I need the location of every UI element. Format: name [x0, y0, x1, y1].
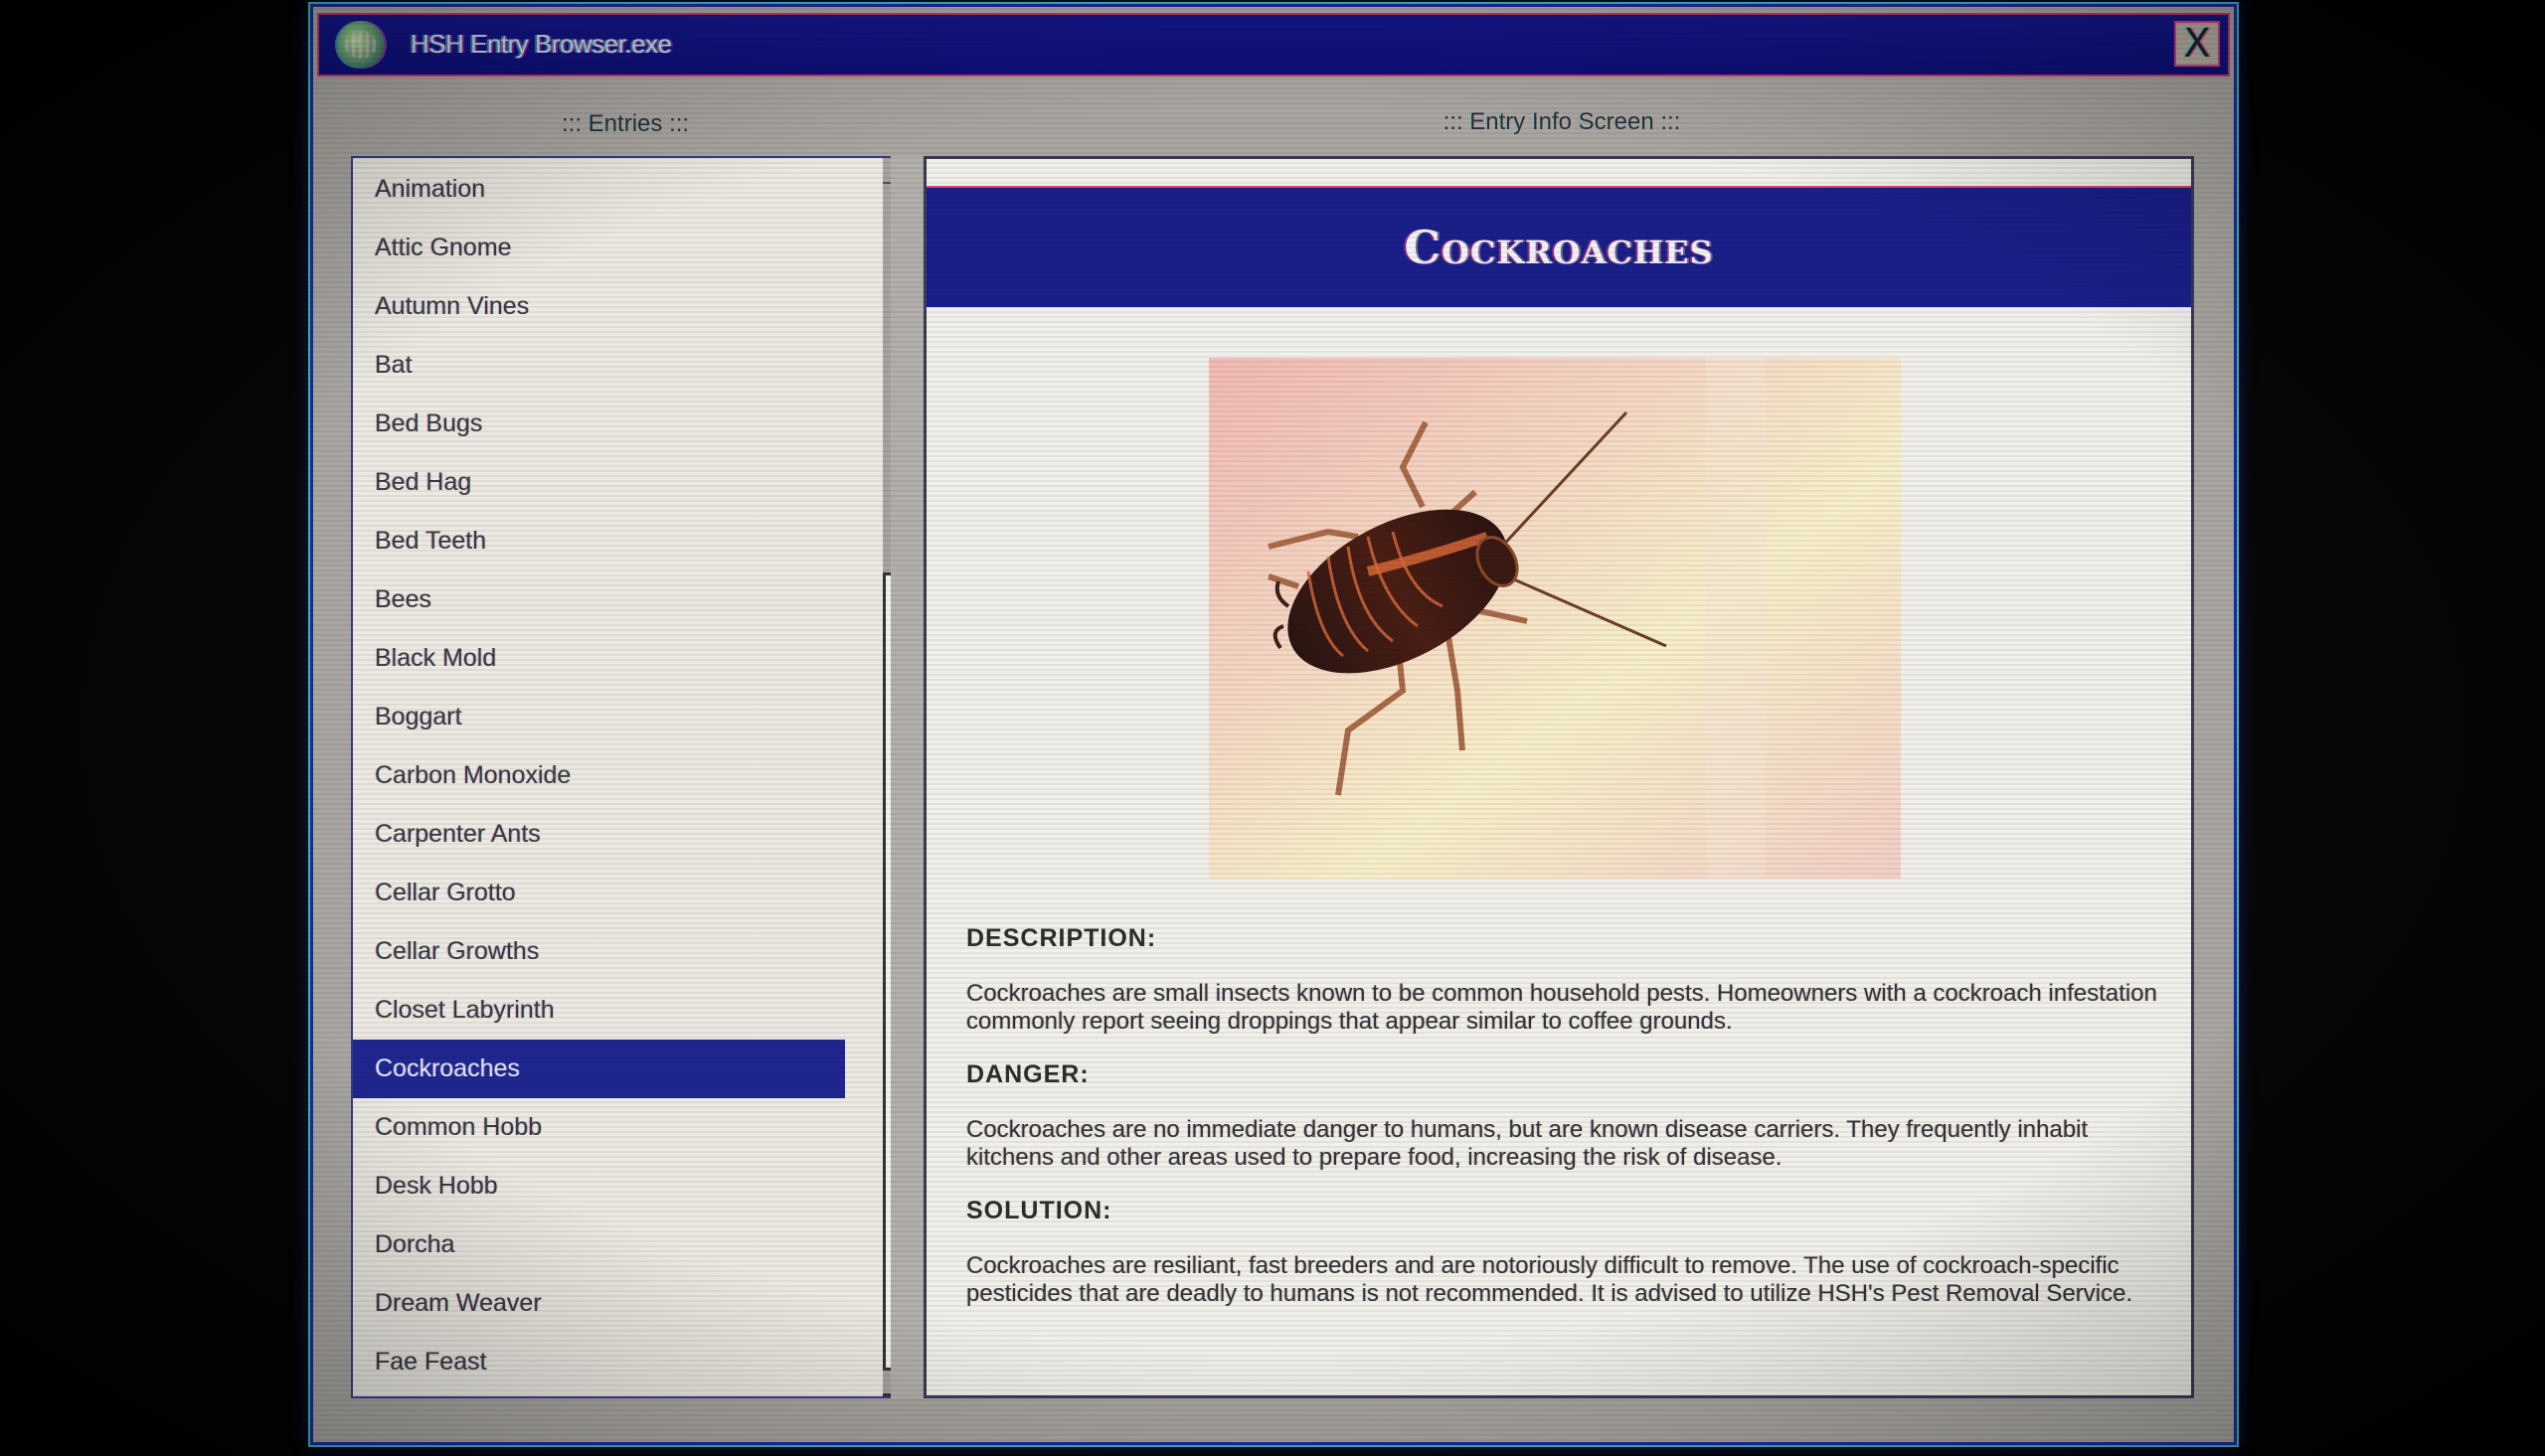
- list-item[interactable]: Dream Weaver: [353, 1274, 845, 1333]
- list-item[interactable]: Black Mold: [353, 629, 845, 688]
- list-item[interactable]: Carbon Monoxide: [353, 746, 845, 805]
- list-item[interactable]: Bat: [353, 336, 845, 395]
- solution-heading: SOLUTION:: [966, 1197, 1112, 1224]
- list-item[interactable]: Carpenter Ants: [353, 805, 845, 864]
- list-item-selected[interactable]: Cockroaches: [353, 1040, 845, 1098]
- list-item[interactable]: Boggart: [353, 688, 845, 746]
- list-item[interactable]: Common Hobb: [353, 1098, 845, 1157]
- list-item[interactable]: Attic Gnome: [353, 219, 845, 277]
- list-item[interactable]: Desk Hobb: [353, 1157, 845, 1215]
- entry-title: Cockroaches: [1404, 221, 1714, 274]
- entries-list[interactable]: Animation Attic Gnome Autumn Vines Bat Bed B…: [351, 156, 893, 1398]
- cockroach-illustration: [1209, 358, 1901, 879]
- cockroach-image: [1209, 358, 1901, 879]
- list-item[interactable]: Dorcha: [353, 1215, 845, 1274]
- list-item[interactable]: Bed Hag: [353, 453, 845, 512]
- solution-text: Cockroaches are resiliant, fast breeders…: [966, 1252, 2133, 1307]
- list-item[interactable]: Bed Bugs: [353, 395, 845, 453]
- list-item[interactable]: Autumn Vines: [353, 277, 845, 336]
- list-item[interactable]: Cellar Growths: [353, 922, 845, 981]
- image-highlight-band: [1706, 358, 1766, 879]
- list-item[interactable]: Bed Teeth: [353, 512, 845, 570]
- entry-info-label: ::: Entry Info Screen :::: [1442, 108, 1681, 135]
- window-title: HSH Entry Browser.exe: [411, 29, 672, 59]
- list-item[interactable]: Cellar Grotto: [353, 864, 845, 922]
- list-item[interactable]: Bees: [353, 570, 845, 629]
- entries-list-items: Animation Attic Gnome Autumn Vines Bat Bed B…: [353, 158, 845, 1391]
- entry-title-bar: Cockroaches: [927, 186, 2191, 307]
- danger-text: Cockroaches are no immediate danger to h…: [966, 1116, 2089, 1171]
- close-icon: X: [2183, 21, 2211, 67]
- danger-heading: DANGER:: [966, 1060, 1090, 1088]
- entry-info-panel: Cockroaches DESCRIPTION: Cockroaches are…: [924, 156, 2194, 1398]
- entries-label: ::: Entries :::: [562, 110, 690, 137]
- title-bar[interactable]: HSH Entry Browser.exe X: [317, 13, 2230, 77]
- panel-gutter: [891, 156, 923, 1398]
- description-heading: DESCRIPTION:: [966, 924, 1157, 952]
- list-item[interactable]: Animation: [353, 160, 845, 219]
- globe-icon: [337, 21, 385, 69]
- entry-browser-window: HSH Entry Browser.exe X ::: Entries ::: …: [310, 4, 2237, 1445]
- description-text: Cockroaches are small insects known to b…: [966, 980, 2157, 1035]
- list-item[interactable]: Fae Feast: [353, 1333, 845, 1391]
- list-item[interactable]: Closet Labyrinth: [353, 981, 845, 1040]
- close-button[interactable]: X: [2174, 21, 2220, 67]
